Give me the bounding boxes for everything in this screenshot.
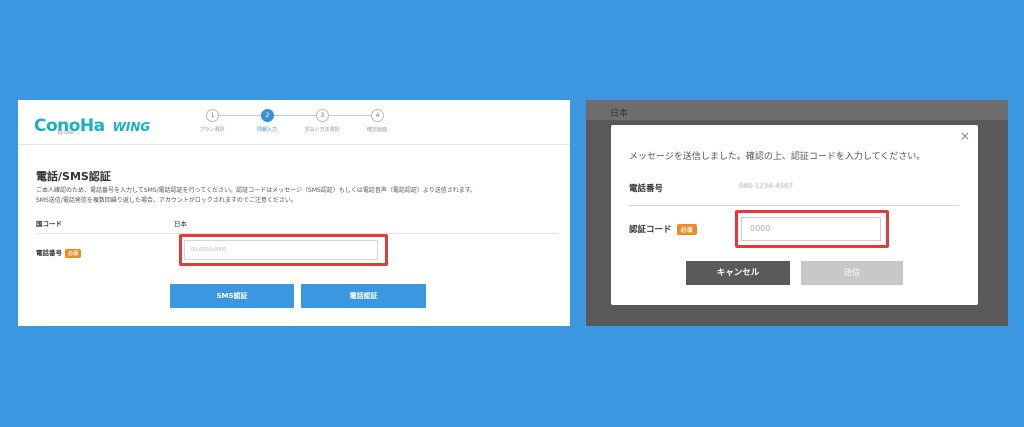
required-badge: 必須 bbox=[65, 248, 82, 258]
phone-number-label: 電話番号 bbox=[36, 249, 62, 257]
country-code-label: 国コード bbox=[36, 220, 62, 228]
step-connector bbox=[274, 115, 319, 116]
step-3-label: 支払い方法選択 bbox=[304, 127, 340, 133]
verification-modal: × メッセージを送信しました。確認の上、認証コードを入力してください。 電話番号… bbox=[611, 125, 978, 305]
step-4-circle: 4 bbox=[371, 109, 384, 122]
step-1-circle: 1 bbox=[206, 109, 219, 122]
modal-divider bbox=[629, 205, 959, 206]
sms-auth-form-panel: ConoHa by GMO WING 1 2 3 4 プラン選択 情報入力 支払… bbox=[18, 100, 570, 326]
description-line: SMS送信/電話発信を複数回繰り返した場合、アカウントがロックされますのでご注意… bbox=[36, 197, 297, 204]
modal-phone-value: 080-1234-4567 bbox=[739, 182, 794, 190]
required-badge: 必須 bbox=[676, 224, 697, 235]
modal-message: メッセージを送信しました。確認の上、認証コードを入力してください。 bbox=[629, 152, 926, 162]
verification-code-panel: 日本 × メッセージを送信しました。確認の上、認証コードを入力してください。 電… bbox=[586, 100, 1008, 326]
logo-wing-text: WING bbox=[112, 120, 151, 134]
close-icon[interactable]: × bbox=[960, 129, 970, 143]
page-title: 電話/SMS認証 bbox=[36, 170, 111, 183]
description-line: ご本人確認のため、電話番号を入力してSMS/電話認証を行ってください。認証コード… bbox=[36, 187, 477, 194]
step-1-label: プラン選択 bbox=[199, 127, 225, 133]
step-2-label: 情報入力 bbox=[256, 127, 278, 133]
sms-auth-button[interactable]: SMS認証 bbox=[170, 284, 294, 308]
background-row bbox=[586, 100, 1008, 120]
step-connector bbox=[329, 115, 374, 116]
phone-auth-button[interactable]: 電話認証 bbox=[301, 284, 426, 308]
step-2-circle: 2 bbox=[261, 109, 274, 122]
highlight-box bbox=[179, 234, 388, 266]
modal-phone-label: 電話番号 bbox=[629, 184, 664, 194]
verification-code-label: 認証コード bbox=[629, 225, 672, 235]
description-text: ご本人確認のため、電話番号を入力してSMS/電話認証を行ってください。認証コード… bbox=[36, 186, 556, 206]
send-button[interactable]: 送信 bbox=[801, 261, 903, 285]
background-country-value: 日本 bbox=[610, 109, 629, 119]
code-label-row: 認証コード 必須 bbox=[629, 223, 697, 235]
step-connector bbox=[219, 115, 264, 116]
progress-steps: 1 2 3 4 プラン選択 情報入力 支払い方法選択 確認画面 bbox=[199, 109, 388, 139]
step-4-label: 確認画面 bbox=[366, 127, 388, 133]
conoha-wing-logo[interactable]: ConoHa by GMO WING bbox=[34, 110, 150, 136]
cancel-button[interactable]: キャンセル bbox=[686, 261, 790, 285]
highlight-box bbox=[735, 210, 889, 248]
step-3-circle: 3 bbox=[316, 109, 329, 122]
country-code-value: 日本 bbox=[174, 220, 187, 228]
logo-subtext: by GMO bbox=[58, 130, 74, 135]
phone-number-label-row: 電話番号 必須 bbox=[36, 247, 82, 258]
page-header: ConoHa by GMO WING 1 2 3 4 プラン選択 情報入力 支払… bbox=[18, 100, 570, 145]
